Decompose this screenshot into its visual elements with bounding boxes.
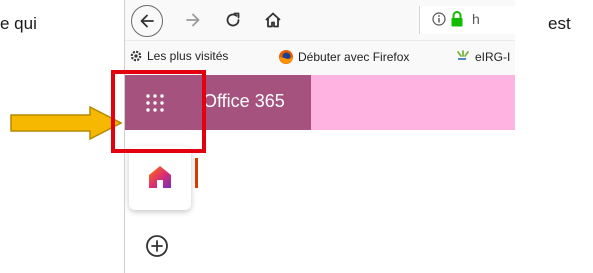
gear-icon [130, 50, 142, 62]
document-text-right: est [548, 14, 571, 33]
eirg-icon [457, 50, 469, 60]
lock-icon [451, 11, 463, 27]
firefox-icon [279, 50, 293, 64]
bookmark-most-visited[interactable]: Les plus visités [129, 49, 228, 63]
add-icon[interactable] [143, 232, 171, 260]
home-icon [265, 12, 281, 28]
bookmark-eirg[interactable]: eIRG-I [455, 49, 510, 65]
home-button[interactable] [257, 4, 289, 36]
back-button[interactable] [131, 5, 163, 37]
pointer-arrow-annotation [10, 106, 122, 140]
bookmark-label: Débuter avec Firefox [298, 50, 410, 64]
bookmark-getting-started[interactable]: Débuter avec Firefox [278, 49, 409, 65]
url-text: h [472, 11, 480, 27]
active-indicator [195, 158, 198, 188]
forward-arrow-icon [186, 13, 200, 27]
bookmark-label: eIRG-I [475, 50, 511, 64]
forward-button[interactable] [177, 4, 209, 36]
office-home-tile[interactable] [129, 146, 191, 210]
highlight-box-annotation [111, 70, 206, 153]
reload-button[interactable] [217, 4, 249, 36]
back-arrow-icon [140, 14, 154, 28]
office-home-icon [149, 166, 171, 188]
office-365-title[interactable]: Office 365 [203, 91, 285, 112]
browser-toolbar: h [125, 0, 515, 40]
reload-icon [226, 12, 240, 27]
bookmark-label: Les plus visités [147, 49, 229, 63]
document-text-left: e qui [0, 14, 37, 33]
info-icon[interactable] [432, 12, 446, 26]
url-bar[interactable]: h [419, 6, 515, 34]
